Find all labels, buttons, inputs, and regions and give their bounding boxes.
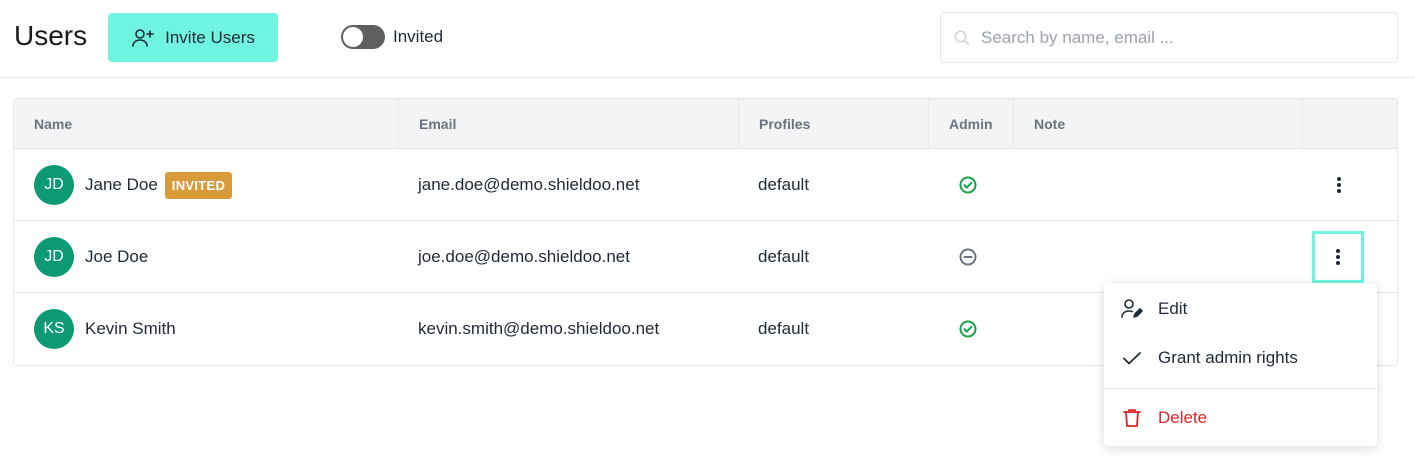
more-vertical-icon: [1337, 177, 1341, 193]
toggle-knob: [343, 27, 363, 47]
avatar: JD: [34, 165, 74, 205]
menu-item-label: Grant admin rights: [1158, 348, 1298, 367]
check-icon: [1123, 352, 1141, 365]
user-name: Joe Doe: [85, 247, 149, 266]
more-actions-button[interactable]: [1312, 231, 1364, 283]
row-actions-menu: Edit Grant admin rights Delete: [1104, 283, 1377, 446]
menu-item-label: Delete: [1158, 408, 1208, 427]
table-header: Name Email Profiles Admin Note: [14, 99, 1397, 149]
user-email: kevin.smith@demo.shieldoo.net: [418, 319, 660, 338]
user-email: joe.doe@demo.shieldoo.net: [418, 247, 630, 266]
menu-item-edit[interactable]: Edit: [1104, 284, 1377, 334]
user-email: jane.doe@demo.shieldoo.net: [418, 175, 640, 194]
table-row[interactable]: JD Jane Doe INVITED jane.doe@demo.shield…: [14, 149, 1397, 221]
invited-toggle[interactable]: Invited: [341, 25, 443, 49]
menu-item-delete[interactable]: Delete: [1104, 393, 1377, 443]
row-actions: [1324, 149, 1354, 221]
more-vertical-icon: [1336, 249, 1340, 265]
status-badge: INVITED: [164, 171, 233, 199]
check-circle-icon: [959, 320, 977, 338]
toggle-label: Invited: [393, 27, 444, 46]
search-icon: [954, 30, 970, 45]
user-name: Jane Doe: [85, 175, 158, 194]
avatar: JD: [34, 237, 74, 277]
admin-status-cell: [958, 221, 978, 293]
toggle-switch[interactable]: [341, 25, 385, 49]
column-header-email[interactable]: Email: [399, 99, 739, 149]
search-box[interactable]: [940, 12, 1398, 63]
minus-circle-icon: [959, 248, 977, 266]
user-profile: default: [758, 247, 810, 266]
invite-users-label: Invite Users: [165, 27, 255, 47]
trash-icon: [1123, 409, 1141, 427]
column-header-actions: [1303, 99, 1397, 149]
user-name-cell: JD Joe Doe: [34, 221, 148, 293]
add-user-icon: [132, 28, 154, 47]
edit-user-icon: [1121, 299, 1143, 318]
menu-item-grant-admin[interactable]: Grant admin rights: [1104, 333, 1377, 383]
avatar: KS: [34, 309, 74, 349]
column-header-name[interactable]: Name: [14, 99, 399, 149]
column-header-admin[interactable]: Admin: [929, 99, 1014, 149]
more-actions-button[interactable]: [1324, 170, 1354, 200]
invite-users-button[interactable]: Invite Users: [108, 13, 278, 62]
user-profile: default: [758, 319, 810, 338]
page-title: Users: [14, 20, 88, 51]
menu-divider: [1104, 388, 1377, 389]
column-header-note[interactable]: Note: [1014, 99, 1303, 149]
user-profile: default: [758, 175, 810, 194]
user-name-cell: JD Jane Doe INVITED: [34, 149, 233, 221]
user-name: Kevin Smith: [85, 319, 176, 338]
menu-item-label: Edit: [1158, 299, 1188, 318]
admin-status-cell: [958, 293, 978, 365]
page-header: Users Invite Users Invited: [0, 0, 1415, 78]
admin-status-cell: [958, 149, 978, 221]
user-name-cell: KS Kevin Smith: [34, 293, 176, 365]
column-header-profiles[interactable]: Profiles: [739, 99, 929, 149]
check-circle-icon: [959, 176, 977, 194]
search-input[interactable]: [981, 27, 1381, 48]
